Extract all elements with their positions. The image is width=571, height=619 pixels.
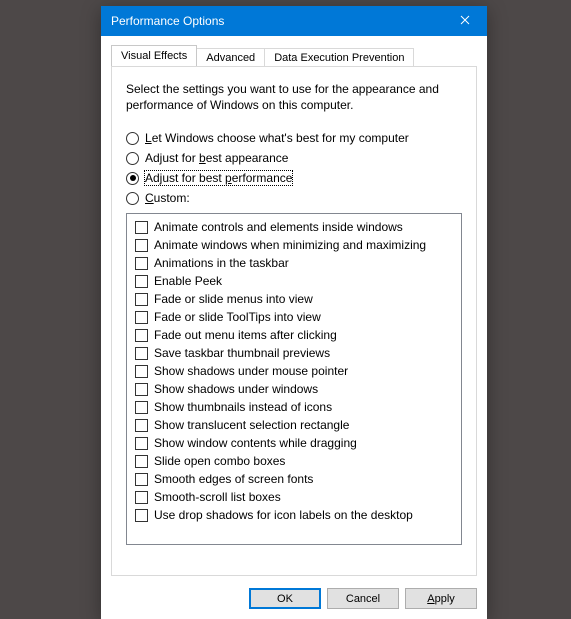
effect-checkbox[interactable] <box>135 509 148 522</box>
tab-advanced[interactable]: Advanced <box>196 48 265 67</box>
radio-label-best-appearance: Adjust for best appearance <box>145 151 288 165</box>
tab-strip: Visual EffectsAdvancedData Execution Pre… <box>111 44 477 66</box>
title-bar[interactable]: Performance Options <box>101 6 487 36</box>
ok-button[interactable]: OK <box>249 588 321 609</box>
effect-option[interactable]: Save taskbar thumbnail previews <box>129 344 459 362</box>
radio-label-let-windows: Let Windows choose what's best for my co… <box>145 131 409 145</box>
radio-best-performance[interactable]: Adjust for best performance <box>126 171 462 185</box>
effect-option[interactable]: Slide open combo boxes <box>129 452 459 470</box>
effect-option[interactable]: Fade or slide ToolTips into view <box>129 308 459 326</box>
effect-checkbox[interactable] <box>135 401 148 414</box>
effect-checkbox[interactable] <box>135 437 148 450</box>
effect-option[interactable]: Show translucent selection rectangle <box>129 416 459 434</box>
effect-option[interactable]: Animate controls and elements inside win… <box>129 218 459 236</box>
effect-checkbox[interactable] <box>135 455 148 468</box>
apply-button-label: Apply <box>427 593 455 605</box>
radio-best-appearance[interactable]: Adjust for best appearance <box>126 151 462 165</box>
effect-option[interactable]: Smooth edges of screen fonts <box>129 470 459 488</box>
effect-label: Slide open combo boxes <box>154 453 285 469</box>
effect-label: Fade out menu items after clicking <box>154 327 337 343</box>
ok-button-label: OK <box>277 593 293 605</box>
effect-checkbox[interactable] <box>135 491 148 504</box>
effect-label: Show shadows under windows <box>154 381 318 397</box>
tab-data-execution-prevention[interactable]: Data Execution Prevention <box>264 48 414 67</box>
effect-option[interactable]: Animate windows when minimizing and maxi… <box>129 236 459 254</box>
effect-checkbox[interactable] <box>135 329 148 342</box>
radio-input-let-windows[interactable] <box>126 132 139 145</box>
effect-label: Use drop shadows for icon labels on the … <box>154 507 413 523</box>
effect-label: Save taskbar thumbnail previews <box>154 345 330 361</box>
effect-option[interactable]: Show thumbnails instead of icons <box>129 398 459 416</box>
radio-input-best-performance[interactable] <box>126 172 139 185</box>
tab-panel-visual-effects: Select the settings you want to use for … <box>111 66 477 576</box>
effect-option[interactable]: Use drop shadows for icon labels on the … <box>129 506 459 524</box>
effect-label: Show window contents while dragging <box>154 435 357 451</box>
effect-checkbox[interactable] <box>135 365 148 378</box>
effect-label: Show shadows under mouse pointer <box>154 363 348 379</box>
effect-option[interactable]: Show shadows under mouse pointer <box>129 362 459 380</box>
performance-options-dialog: Performance Options Visual EffectsAdvanc… <box>101 6 487 619</box>
effects-listbox[interactable]: Animate controls and elements inside win… <box>126 213 462 545</box>
effect-checkbox[interactable] <box>135 221 148 234</box>
radio-label-best-performance: Adjust for best performance <box>145 171 292 185</box>
effect-label: Show translucent selection rectangle <box>154 417 349 433</box>
effect-option[interactable]: Show window contents while dragging <box>129 434 459 452</box>
effect-checkbox[interactable] <box>135 473 148 486</box>
cancel-button[interactable]: Cancel <box>327 588 399 609</box>
effect-label: Fade or slide ToolTips into view <box>154 309 321 325</box>
effect-label: Smooth-scroll list boxes <box>154 489 281 505</box>
mode-radio-group: Let Windows choose what's best for my co… <box>126 131 462 205</box>
description-text: Select the settings you want to use for … <box>126 81 462 113</box>
effect-label: Animations in the taskbar <box>154 255 289 271</box>
effect-label: Fade or slide menus into view <box>154 291 313 307</box>
radio-input-best-appearance[interactable] <box>126 152 139 165</box>
radio-label-custom: Custom: <box>145 191 190 205</box>
dialog-body: Visual EffectsAdvancedData Execution Pre… <box>101 36 487 619</box>
effect-checkbox[interactable] <box>135 383 148 396</box>
effect-option[interactable]: Smooth-scroll list boxes <box>129 488 459 506</box>
effect-checkbox[interactable] <box>135 239 148 252</box>
effect-checkbox[interactable] <box>135 419 148 432</box>
effect-option[interactable]: Fade out menu items after clicking <box>129 326 459 344</box>
tab-visual-effects[interactable]: Visual Effects <box>111 45 197 66</box>
radio-custom[interactable]: Custom: <box>126 191 462 205</box>
effect-option[interactable]: Animations in the taskbar <box>129 254 459 272</box>
window-title: Performance Options <box>111 14 224 28</box>
effect-label: Animate windows when minimizing and maxi… <box>154 237 426 253</box>
effect-label: Enable Peek <box>154 273 222 289</box>
effect-checkbox[interactable] <box>135 311 148 324</box>
effect-option[interactable]: Fade or slide menus into view <box>129 290 459 308</box>
effect-checkbox[interactable] <box>135 257 148 270</box>
effect-option[interactable]: Show shadows under windows <box>129 380 459 398</box>
effect-checkbox[interactable] <box>135 293 148 306</box>
radio-input-custom[interactable] <box>126 192 139 205</box>
effect-checkbox[interactable] <box>135 275 148 288</box>
radio-let-windows[interactable]: Let Windows choose what's best for my co… <box>126 131 462 145</box>
apply-button[interactable]: Apply <box>405 588 477 609</box>
close-icon <box>460 14 470 28</box>
cancel-button-label: Cancel <box>346 593 380 605</box>
effect-label: Show thumbnails instead of icons <box>154 399 332 415</box>
effect-label: Smooth edges of screen fonts <box>154 471 313 487</box>
effect-option[interactable]: Enable Peek <box>129 272 459 290</box>
effect-label: Animate controls and elements inside win… <box>154 219 403 235</box>
dialog-buttons: OK Cancel Apply <box>111 580 477 613</box>
effect-checkbox[interactable] <box>135 347 148 360</box>
close-button[interactable] <box>442 6 487 36</box>
